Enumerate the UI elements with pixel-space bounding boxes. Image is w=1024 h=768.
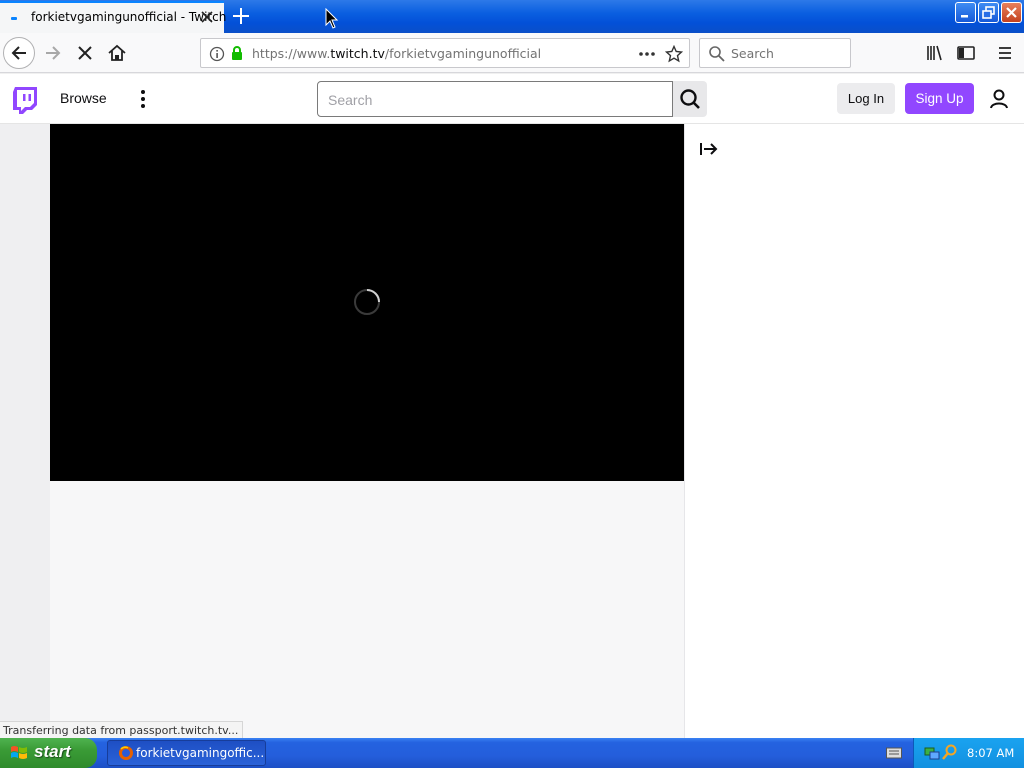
url-host: twitch.tv (330, 46, 385, 61)
new-tab-icon[interactable] (230, 5, 252, 27)
library-button[interactable] (920, 38, 950, 68)
minimize-icon (961, 15, 968, 18)
close-window-button[interactable] (1001, 2, 1022, 23)
close-icon (1006, 7, 1017, 18)
close-tab-icon[interactable] (199, 8, 215, 26)
collapse-chat-icon[interactable] (699, 140, 719, 158)
windows-taskbar: start forkietvgamingoffic... 8:07 AM (0, 738, 1024, 768)
user-icon[interactable] (988, 88, 1010, 110)
sidebar-button[interactable] (951, 38, 981, 68)
network-icon[interactable] (924, 745, 940, 761)
taskbar-window-label: forkietvgamingoffic... (136, 746, 265, 760)
twitch-search-button[interactable] (673, 81, 707, 117)
firefox-icon (119, 746, 133, 760)
twitch-search-input[interactable]: Search (317, 81, 673, 117)
twitch-search-placeholder: Search (328, 92, 373, 108)
login-button[interactable]: Log In (837, 83, 895, 114)
tab-title: forkietvgamingunofficial - Twitch (31, 10, 227, 24)
minimize-button[interactable] (955, 2, 976, 23)
browse-link[interactable]: Browse (60, 90, 107, 106)
taskbar-clock: 8:07 AM (967, 746, 1015, 760)
browser-toolbar: https://www.twitch.tv/forkietvgamingunof… (0, 33, 1024, 73)
search-tray-icon[interactable] (942, 744, 958, 760)
left-side-nav (0, 124, 50, 738)
more-dots-icon[interactable] (136, 88, 150, 110)
url-bar[interactable]: https://www.twitch.tv/forkietvgamingunof… (200, 38, 690, 68)
browser-search-placeholder: Search (731, 46, 774, 61)
tab-favicon-icon (11, 17, 17, 20)
menu-button[interactable] (990, 38, 1020, 68)
search-icon (709, 46, 725, 62)
url-prefix: https://www. (252, 46, 331, 61)
browser-search-bar[interactable]: Search (699, 38, 851, 68)
taskbar-firefox-window[interactable]: forkietvgamingoffic... (107, 740, 266, 766)
stop-button[interactable] (70, 38, 100, 68)
browser-tab[interactable]: forkietvgamingunofficial - Twitch (0, 1, 227, 33)
signup-button[interactable]: Sign Up (905, 83, 974, 114)
start-label: start (34, 742, 71, 761)
url-path: /forkietvgamingunofficial (384, 46, 542, 61)
back-arrow-icon (11, 46, 26, 60)
home-button[interactable] (102, 38, 132, 68)
windows-logo-icon (11, 746, 27, 759)
search-icon (680, 89, 700, 109)
stop-icon (78, 46, 92, 60)
forward-arrow-icon (46, 46, 61, 60)
restore-button[interactable] (978, 2, 999, 23)
chat-panel (684, 124, 1024, 738)
twitch-header: Browse Search Log In Sign Up (0, 74, 1024, 124)
keyboard-icon[interactable] (886, 747, 902, 759)
url-text: https://www.twitch.tv/forkietvgamingunof… (252, 46, 541, 61)
start-button[interactable]: start (0, 738, 97, 768)
mouse-cursor-icon (325, 8, 339, 29)
hamburger-menu-icon (999, 47, 1011, 59)
restore-icon (982, 6, 995, 19)
info-icon[interactable] (209, 46, 225, 62)
library-icon (927, 45, 942, 61)
browser-titlebar: forkietvgamingunofficial - Twitch (0, 0, 1024, 33)
sidebar-icon (957, 46, 975, 60)
twitch-logo-icon[interactable] (12, 86, 38, 114)
back-button[interactable] (3, 37, 35, 69)
bookmark-star-icon[interactable] (665, 45, 683, 63)
page-actions-icon[interactable] (637, 46, 657, 62)
loading-spinner-icon (354, 289, 380, 315)
home-icon (108, 44, 126, 61)
browser-status-bar: Transferring data from passport.twitch.t… (0, 721, 244, 739)
forward-button[interactable] (38, 38, 68, 68)
lock-icon[interactable] (229, 45, 245, 61)
